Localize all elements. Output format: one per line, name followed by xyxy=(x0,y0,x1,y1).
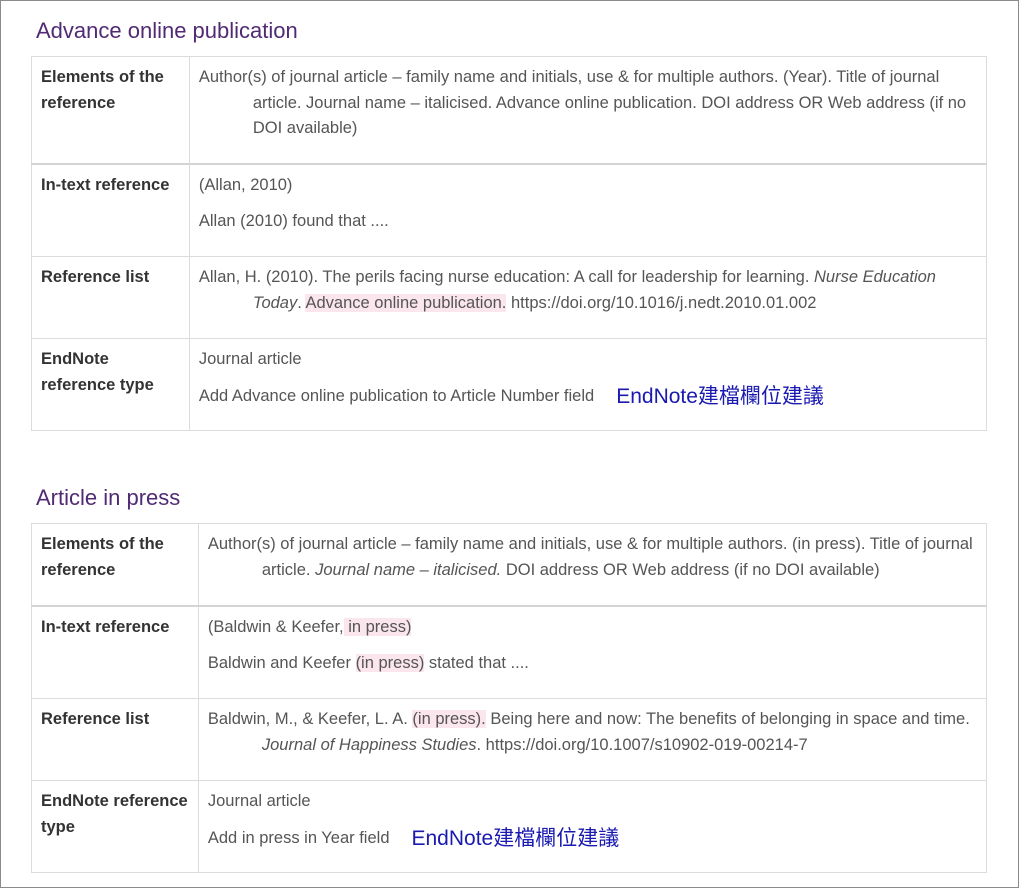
row-elements: Elements of the reference Author(s) of j… xyxy=(31,523,988,607)
row-label-elements: Elements of the reference xyxy=(31,523,199,607)
section-title-article-in-press: Article in press xyxy=(36,485,181,510)
endnote-instruction: Add in press in Year field xyxy=(207,828,390,847)
row-intext: In-text reference (Baldwin & Keefer, in … xyxy=(31,605,988,699)
endnote-type: Journal article xyxy=(198,350,302,368)
highlight-in-press: (in press) xyxy=(355,654,425,672)
row-reflist: Reference list Baldwin, M., & Keefer, L.… xyxy=(31,698,988,781)
endnote-type: Journal article xyxy=(207,792,311,810)
section-title-advance-online: Advance online publication xyxy=(36,18,298,43)
endnote-suggestion-note: EndNote建檔欄位建議 xyxy=(616,384,824,408)
row-reflist: Reference list Allan, H. (2010). The per… xyxy=(31,256,988,339)
highlight-in-press: (in press). xyxy=(412,710,486,728)
article-in-press-table: Elements of the reference Author(s) of j… xyxy=(31,523,988,873)
highlight-advance-online: Advance online publication. xyxy=(305,293,507,312)
advance-online-table: Elements of the reference Author(s) of j… xyxy=(31,56,988,431)
row-label-endnote: EndNote reference type xyxy=(31,780,199,873)
row-label-endnote: EndNote reference type xyxy=(31,338,190,431)
reflist-entry: Allan, H. (2010). The perils facing nurs… xyxy=(188,256,988,339)
elements-text: Author(s) of journal article – family na… xyxy=(188,56,988,165)
row-label-reflist: Reference list xyxy=(31,256,190,339)
row-elements: Elements of the reference Author(s) of j… xyxy=(31,56,988,165)
highlight-in-press: in press) xyxy=(343,617,412,636)
endnote-suggestion-note: EndNote建檔欄位建議 xyxy=(411,826,620,850)
endnote-content: Journal article Add Advance online publi… xyxy=(188,338,988,431)
elements-text: Author(s) of journal article – family na… xyxy=(197,523,988,607)
row-label-intext: In-text reference xyxy=(31,605,199,699)
row-label-elements: Elements of the reference xyxy=(31,56,190,165)
intext-line-1: (Baldwin & Keefer, in press) xyxy=(207,617,412,636)
intext-line-2: Allan (2010) found that .... xyxy=(198,212,389,230)
row-endnote: EndNote reference type Journal article A… xyxy=(31,780,988,873)
row-intext: In-text reference (Allan, 2010) Allan (2… xyxy=(31,163,988,257)
row-label-intext: In-text reference xyxy=(31,163,190,257)
intext-content: (Allan, 2010) Allan (2010) found that ..… xyxy=(188,163,988,257)
journal-title: Journal of Happiness Studies xyxy=(261,735,477,754)
reflist-entry: Baldwin, M., & Keefer, L. A. (in press).… xyxy=(197,698,988,781)
row-endnote: EndNote reference type Journal article A… xyxy=(31,338,988,431)
intext-line-1: (Allan, 2010) xyxy=(198,175,293,194)
row-label-reflist: Reference list xyxy=(31,698,199,781)
endnote-instruction: Add Advance online publication to Articl… xyxy=(198,386,595,405)
intext-line-2: Baldwin and Keefer (in press) stated tha… xyxy=(207,654,529,672)
endnote-content: Journal article Add in press in Year fie… xyxy=(197,780,988,873)
intext-content: (Baldwin & Keefer, in press) Baldwin and… xyxy=(197,605,988,699)
